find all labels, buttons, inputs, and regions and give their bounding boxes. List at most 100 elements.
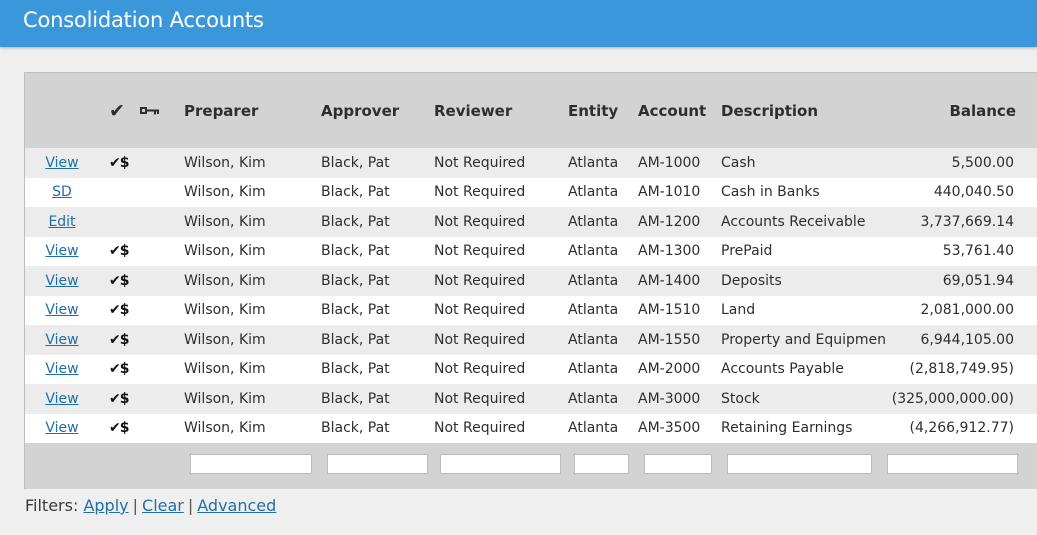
row-action-link[interactable]: View [45,332,78,348]
row-description: Retaining Earnings [721,420,853,437]
row-balance: 53,761.40 [942,243,1014,260]
apply-filters-link[interactable]: Apply [83,496,128,515]
description-filter-input[interactable] [727,454,872,474]
row-preparer: Wilson, Kim [184,302,266,319]
row-preparer: Wilson, Kim [184,213,266,230]
row-approver: Black, Pat [321,213,390,230]
row-balance: 6,944,105.00 [920,331,1014,348]
row-status-mark: ✔$ [109,272,130,289]
filters-bar: Filters: Apply | Clear | Advanced [25,496,276,515]
row-approver: Black, Pat [321,243,390,260]
row-approver: Black, Pat [321,331,390,348]
row-approver: Black, Pat [321,361,390,378]
row-reviewer: Not Required [434,390,526,407]
row-balance: (4,266,912.77) [909,420,1014,437]
row-key-cell [136,325,184,355]
row-action-link[interactable]: View [45,243,78,259]
table-row: View ✔$ Wilson, Kim Black, Pat Not Required A… [25,266,1037,296]
header-check[interactable]: ✔ [99,73,136,148]
row-action-link[interactable]: View [45,155,78,171]
row-account: AM-1000 [638,154,701,171]
row-entity: Atlanta [568,331,619,348]
row-entity: Atlanta [568,361,619,378]
row-action-link[interactable]: View [45,302,78,318]
row-approver: Black, Pat [321,420,390,437]
row-entity: Atlanta [568,154,619,171]
row-action-link[interactable]: View [45,391,78,407]
filters-label: Filters: [25,496,79,515]
header-reviewer[interactable]: Reviewer [434,73,568,148]
row-entity: Atlanta [568,184,619,201]
row-balance: 69,051.94 [942,272,1014,289]
table-row: View ✔$ Wilson, Kim Black, Pat Not Required A… [25,295,1037,325]
reviewer-filter-input[interactable] [440,454,561,474]
header-description[interactable]: Description [721,73,885,148]
page-title: Consolidation Accounts [23,8,264,32]
table-row: View ✔$ Wilson, Kim Black, Pat Not Required A… [25,384,1037,414]
row-key-cell [136,266,184,296]
row-status-mark: ✔$ [109,243,130,260]
row-reviewer: Not Required [434,361,526,378]
row-description: Accounts Payable [721,361,844,378]
table-row: SD Wilson, Kim Black, Pat Not Required Atlan… [25,177,1037,207]
header-key[interactable] [136,73,184,148]
row-reviewer: Not Required [434,272,526,289]
approver-filter-input[interactable] [327,454,428,474]
entity-filter-input[interactable] [574,454,629,474]
row-action-link[interactable]: View [45,361,78,377]
filters-separator: | [187,496,194,515]
row-account: AM-1200 [638,213,701,230]
row-reviewer: Not Required [434,420,526,437]
row-action-link[interactable]: View [45,420,78,436]
row-account: AM-1550 [638,331,701,348]
row-action-link[interactable]: View [45,273,78,289]
header-account[interactable]: Account [638,73,721,148]
accounts-table: ✔ Preparer Approver Reviewer Entity Acco… [25,73,1037,485]
header-balance[interactable]: Balance [885,73,1037,148]
header-row: ✔ Preparer Approver Reviewer Entity Acco… [25,73,1037,148]
header-approver[interactable]: Approver [321,73,434,148]
table-row: View ✔$ Wilson, Kim Black, Pat Not Required A… [25,413,1037,443]
row-approver: Black, Pat [321,154,390,171]
row-status-mark: ✔$ [109,390,130,407]
check-icon: ✔ [109,99,125,122]
row-balance: (2,818,749.95) [909,361,1014,378]
row-preparer: Wilson, Kim [184,243,266,260]
row-entity: Atlanta [568,302,619,319]
preparer-filter-input[interactable] [190,454,312,474]
header-preparer[interactable]: Preparer [184,73,321,148]
row-status-mark: ✔$ [109,361,130,378]
row-reviewer: Not Required [434,302,526,319]
row-description: Stock [721,390,760,407]
header-entity[interactable]: Entity [568,73,638,148]
row-entity: Atlanta [568,272,619,289]
row-account: AM-1300 [638,243,701,260]
row-status-mark: ✔$ [109,154,130,171]
title-bar: Consolidation Accounts [0,0,1037,47]
row-key-cell [136,354,184,384]
row-account: AM-2000 [638,361,701,378]
table-row: View ✔$ Wilson, Kim Black, Pat Not Required A… [25,148,1037,178]
row-key-cell [136,236,184,266]
clear-filters-link[interactable]: Clear [142,496,184,515]
filter-row [25,443,1037,485]
account-filter-input[interactable] [644,454,712,474]
row-preparer: Wilson, Kim [184,420,266,437]
row-action-link[interactable]: Edit [48,214,75,230]
row-preparer: Wilson, Kim [184,154,266,171]
row-preparer: Wilson, Kim [184,184,266,201]
row-key-cell [136,148,184,178]
row-description: Land [721,302,756,319]
row-key-cell [136,207,184,237]
row-reviewer: Not Required [434,213,526,230]
row-action-link[interactable]: SD [52,184,72,200]
row-status-mark: ✔$ [109,302,130,319]
balance-filter-input[interactable] [887,454,1018,474]
row-key-cell [136,413,184,443]
row-balance: 5,500.00 [951,154,1014,171]
advanced-filters-link[interactable]: Advanced [197,496,276,515]
row-account: AM-1510 [638,302,701,319]
row-account: AM-1400 [638,272,701,289]
row-description: Cash [721,154,756,171]
row-balance: 3,737,669.14 [920,213,1014,230]
